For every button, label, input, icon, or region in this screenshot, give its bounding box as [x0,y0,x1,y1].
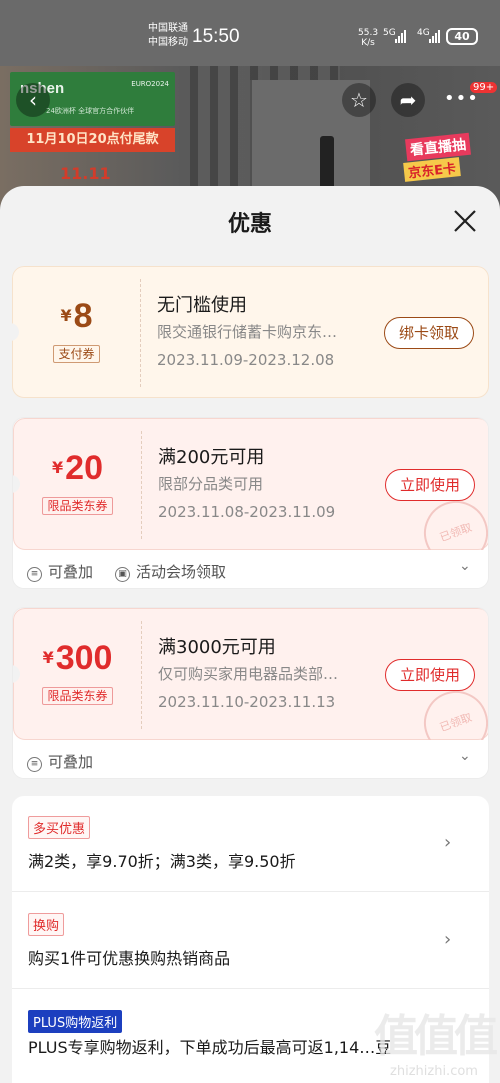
use-now-button[interactable]: 立即使用 [385,469,475,501]
promo-text: 满2类，享9.70折；满3类，享9.50折 [28,852,296,871]
net-speed: 55.3 K/s [358,28,378,48]
smart-lock-image [320,136,334,192]
coupon-type-label: 支付券 [53,345,100,363]
live-promo-line-1: 看直播抽 [405,132,471,162]
coupon-desc: 限部分品类可用 [158,475,264,493]
amount-value: 20 [65,449,103,487]
coupon: ¥300 限品类东券 满3000元可用 仅可购买家用电器品类部… 2023.11… [13,608,488,765]
coupon-type-label: 限品类东券 [42,497,113,515]
coupon-divider [141,621,142,729]
stackable-label: 可叠加 [48,563,94,581]
coupon-divider [140,279,141,387]
plus-tag: PLUS购物返利 [28,1010,123,1033]
share-icon[interactable]: ➦ [391,83,425,117]
coupon-validity: 2023.11.08-2023.11.09 [158,503,336,521]
currency-symbol: ¥ [42,648,54,667]
live-promo[interactable]: 看直播抽 京东E卡 [380,110,490,190]
signal-2-label: 4G [417,28,430,38]
promo-row-exchange[interactable]: 换购 购买1件可优惠换购热销商品 › [12,893,489,989]
coupon-type-label: 限品类东券 [42,687,113,705]
coupon-divider [141,431,142,539]
status-bar: 中国联通 中国移动 15:50 55.3 K/s 5G 4G 40 [0,0,500,66]
live-promo-line-2: 京东E卡 [403,157,461,182]
coupon-desc: 仅可购买家用电器品类部… [158,665,339,683]
coupon-title: 满3000元可用 [158,637,276,658]
presale-promo: 11月10日20点付尾款 [10,128,175,152]
watermark-url: zhizhizhi.com [390,1064,478,1079]
product-banner: nshen EURO2024 24欧洲杯 全球官方合作伙伴 11月10日20点付… [0,66,500,206]
brand-sub: 24欧洲杯 全球官方合作伙伴 [46,107,135,115]
chevron-down-icon[interactable]: ⌄ [459,558,471,574]
stackable-icon: ≡ [27,567,42,582]
use-now-button[interactable]: 立即使用 [385,659,475,691]
back-button[interactable]: ‹ [16,83,50,117]
watermark: 值值值 zhizhizhi.com [372,1000,498,1080]
source-info: ▣ 活动会场领取 [115,561,226,582]
signal-2-icon [429,30,440,43]
signal-1-label: 5G [383,28,396,38]
carrier-labels: 中国联通 中国移动 [148,22,188,50]
coupon-type: 限品类东券 [14,685,141,705]
coupon-type: 限品类东券 [14,495,141,515]
double-eleven-logo: 11.11 [60,164,111,183]
chevron-right-icon: › [444,929,452,950]
net-speed-value: 55.3 [358,28,379,38]
stackable-info: ≡ 可叠加 [27,751,93,772]
battery-icon: 40 [446,28,478,45]
promo-tag: 多买优惠 [28,816,91,839]
coupon-card-3: ¥300 限品类东券 满3000元可用 仅可购买家用电器品类部… 2023.11… [12,607,489,779]
coupon-type: 支付券 [13,343,140,363]
stackable-label: 可叠加 [48,753,94,771]
coupon-footer[interactable]: ≡ 可叠加 ▣ 活动会场领取 ⌄ [13,550,488,588]
coupon-validity: 2023.11.10-2023.11.13 [158,693,336,711]
bind-card-claim-button[interactable]: 绑卡领取 [384,317,474,349]
coupon-validity: 2023.11.09-2023.12.08 [157,351,335,369]
promo-text: PLUS专享购物返利，下单成功后最高可返1,14…豆 [28,1038,392,1057]
sheet-title: 优惠 [227,212,272,237]
coupon-footer[interactable]: ≡ 可叠加 ⌄ [13,740,488,778]
brand-euro: EURO2024 [131,80,169,88]
stackable-info: ≡ 可叠加 [27,561,93,582]
signal-1-icon [395,30,406,43]
stackable-icon: ≡ [27,757,42,772]
promo-row-multi-buy[interactable]: 多买优惠 满2类，享9.70折；满3类，享9.50折 › [12,796,489,892]
net-speed-unit: K/s [361,38,375,48]
coupon-card-2: ¥20 限品类东券 满200元可用 限部分品类可用 2023.11.08-202… [12,417,489,589]
amount-value: 300 [55,639,113,677]
event-icon: ▣ [115,567,130,582]
favorite-star-icon[interactable]: ☆ [342,83,376,117]
coupon: ¥20 限品类东券 满200元可用 限部分品类可用 2023.11.08-202… [13,418,488,575]
amount-value: 8 [73,297,93,335]
currency-symbol: ¥ [52,458,64,477]
source-label: 活动会场领取 [136,563,227,581]
carrier-1: 中国联通 [148,23,188,34]
promo-tag: 换购 [28,913,65,936]
coupon: ¥8 支付券 无门槛使用 限交通银行储蓄卡购京东… 2023.11.09-202… [12,266,489,398]
clock: 15:50 [192,26,240,47]
coupon-desc: 限交通银行储蓄卡购京东… [157,323,338,341]
promo-text: 购买1件可优惠换购热销商品 [28,949,231,968]
coupon-sheet: 优惠 ¥8 支付券 无门槛使用 限交通银行储蓄卡购京东… 2023.11.09-… [0,186,500,1083]
currency-symbol: ¥ [60,306,72,325]
coupon-amount: ¥8 [13,297,140,336]
coupon-card-1: ¥8 支付券 无门槛使用 限交通银行储蓄卡购京东… 2023.11.09-202… [12,266,489,400]
coupon-title: 满200元可用 [158,447,265,468]
coupon-title: 无门槛使用 [157,295,247,316]
chevron-down-icon[interactable]: ⌄ [459,748,471,764]
close-icon[interactable] [452,208,478,234]
message-badge: 99+ [470,82,498,93]
carrier-2: 中国移动 [148,37,188,48]
chevron-right-icon: › [444,832,452,853]
coupon-amount: ¥20 [14,449,141,488]
watermark-text: 值值值 [374,1011,498,1062]
coupon-amount: ¥300 [14,639,141,678]
